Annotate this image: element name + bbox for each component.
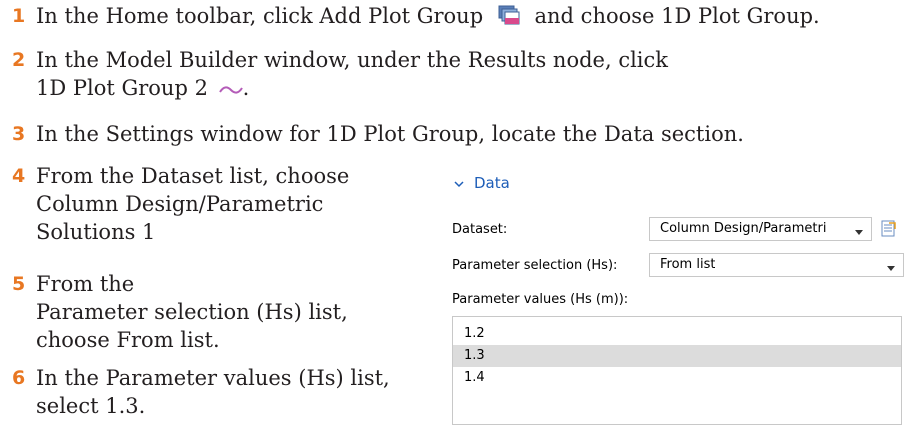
step-line-2: 1D Plot Group 2 bbox=[36, 76, 208, 100]
dropdown-arrow-icon bbox=[887, 261, 895, 276]
line-plot-icon bbox=[218, 76, 243, 104]
settings-data-panel: Data Dataset: Column Design/Parametri Pa… bbox=[440, 166, 906, 425]
parameter-selection-select[interactable]: From list bbox=[649, 253, 904, 277]
step-line-1: From the bbox=[36, 272, 135, 296]
parameter-selection-value: From list bbox=[660, 257, 716, 272]
list-item-selected[interactable]: 1.3 bbox=[453, 345, 901, 367]
step-text: In the Settings window for 1D Plot Group… bbox=[36, 122, 744, 146]
step-line-2: Column Design/Parametric bbox=[36, 192, 324, 216]
dataset-label: Dataset: bbox=[452, 222, 508, 237]
step-text-before: In the Home toolbar, click Add Plot Grou… bbox=[36, 4, 484, 28]
dropdown-arrow-icon bbox=[855, 225, 863, 240]
step-line-3: Solutions 1 bbox=[36, 220, 156, 244]
parameter-values-label: Parameter values (Hs (m)): bbox=[452, 292, 629, 307]
step-text: From the Parameter selection (Hs) list, … bbox=[36, 270, 348, 354]
step-line-1: In the Model Builder window, under the R… bbox=[36, 48, 668, 72]
step-line-3: choose From list. bbox=[36, 328, 220, 352]
step-number: 3 bbox=[12, 123, 26, 145]
step-line-2: Parameter selection (Hs) list, bbox=[36, 300, 348, 324]
add-plot-group-icon bbox=[498, 4, 520, 32]
step-text: In the Parameter values (Hs) list, selec… bbox=[36, 364, 390, 420]
step-number: 5 bbox=[12, 273, 26, 295]
go-to-source-icon[interactable] bbox=[881, 220, 897, 242]
step-line-2: select 1.3. bbox=[36, 394, 146, 418]
section-title: Data bbox=[474, 174, 510, 192]
dataset-select[interactable]: Column Design/Parametri bbox=[649, 217, 872, 241]
step-text: In the Model Builder window, under the R… bbox=[36, 46, 668, 104]
step-line-1: From the Dataset list, choose bbox=[36, 164, 350, 188]
step-number: 2 bbox=[12, 49, 26, 71]
step-number: 6 bbox=[12, 367, 26, 389]
parameter-selection-label: Parameter selection (Hs): bbox=[452, 258, 618, 273]
chevron-down-icon bbox=[454, 174, 468, 192]
step-number: 1 bbox=[12, 5, 26, 27]
step-line-1: In the Parameter values (Hs) list, bbox=[36, 366, 390, 390]
parameter-values-list[interactable]: 1.2 1.3 1.4 bbox=[452, 316, 902, 425]
list-item[interactable]: 1.2 bbox=[453, 323, 901, 345]
dataset-value: Column Design/Parametri bbox=[660, 221, 827, 236]
step-text: From the Dataset list, choose Column Des… bbox=[36, 162, 349, 246]
list-item[interactable]: 1.4 bbox=[453, 367, 901, 389]
step-text: In the Home toolbar, click Add Plot Grou… bbox=[36, 2, 820, 32]
step-text-after: and choose 1D Plot Group. bbox=[534, 4, 820, 28]
step-number: 4 bbox=[12, 165, 26, 187]
data-section-header[interactable]: Data bbox=[454, 174, 510, 192]
